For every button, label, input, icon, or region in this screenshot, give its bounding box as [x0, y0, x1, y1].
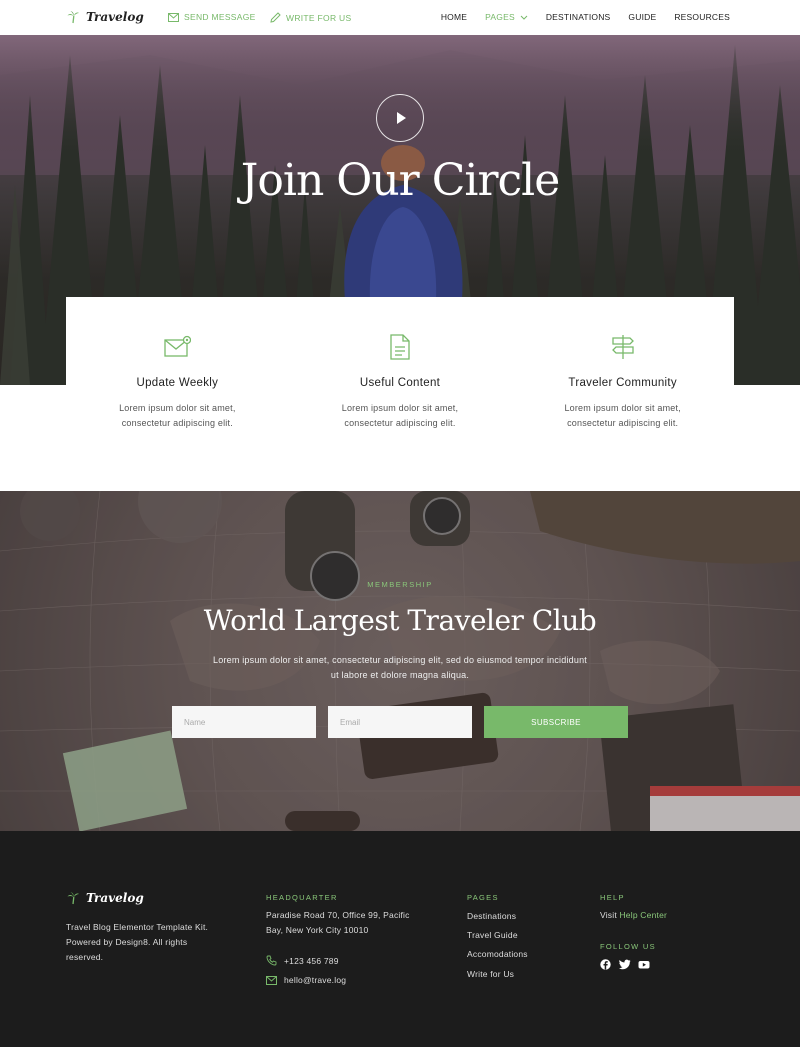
mail-icon: [164, 335, 192, 357]
footer-email[interactable]: hello@trave.log: [266, 975, 346, 985]
envelope-icon: [266, 975, 277, 985]
feature-title: Useful Content: [359, 377, 441, 389]
facebook-icon[interactable]: [600, 957, 611, 970]
hero-title: Join Our Circle: [240, 155, 560, 206]
feature-text: Lorem ipsum dolor sit amet, consectetur …: [119, 403, 236, 428]
menu-resources[interactable]: RESOURCES: [674, 12, 730, 22]
footer: Travelog Travel Blog Elementor Template …: [0, 831, 800, 1047]
main-menu: HOME PAGES DESTINATIONS GUIDE RESOURCES: [441, 12, 730, 22]
palm-tree-icon: [67, 892, 79, 905]
footer-phone[interactable]: +123 456 789: [266, 955, 339, 966]
club-description: Lorem ipsum dolor sit amet, consectetur …: [213, 655, 587, 680]
feature-text: Lorem ipsum dolor sit amet, consectetur …: [341, 403, 459, 428]
phone-number: +123 456 789: [284, 955, 339, 966]
feature-update-weekly: Update Weekly Lorem ipsum dolor sit amet…: [66, 297, 289, 457]
feature-useful-content: Useful Content Lorem ipsum dolor sit ame…: [289, 297, 512, 457]
menu-destinations[interactable]: DESTINATIONS: [546, 12, 611, 22]
write-for-us-label: WRITE FOR US: [286, 12, 352, 23]
feature-title: Traveler Community: [568, 377, 677, 389]
footer-link-destinations[interactable]: Destinations: [467, 911, 516, 921]
document-icon: [390, 334, 410, 360]
video-play-button[interactable]: [376, 94, 424, 142]
footer-link-travel-guide[interactable]: Travel Guide: [467, 930, 518, 940]
menu-home[interactable]: HOME: [441, 12, 467, 22]
footer-brand-logo[interactable]: Travelog: [66, 891, 144, 905]
palm-tree-icon: [67, 11, 79, 24]
pencil-icon: [270, 12, 281, 23]
envelope-icon: [168, 12, 179, 22]
pages-heading: PAGES: [467, 893, 499, 902]
help-prefix: Visit: [600, 910, 620, 920]
menu-pages[interactable]: PAGES: [485, 12, 528, 22]
help-heading: HELP: [600, 893, 625, 902]
headquarter-address: Paradise Road 70, Office 99, Pacific Bay…: [266, 910, 410, 935]
brand-logo[interactable]: Travelog: [66, 10, 144, 24]
membership-eyebrow: MEMBERSHIP: [367, 580, 433, 589]
club-title: World Largest Traveler Club: [203, 604, 597, 637]
twitter-icon[interactable]: [619, 957, 631, 970]
chevron-down-icon: [520, 15, 528, 20]
footer-link-accomodations[interactable]: Accomodations: [467, 949, 528, 959]
email-address: hello@trave.log: [284, 975, 347, 985]
follow-us-heading: FOLLOW US: [600, 942, 656, 951]
play-icon: [397, 112, 406, 124]
write-for-us-link[interactable]: WRITE FOR US: [270, 12, 351, 23]
feature-text: Lorem ipsum dolor sit amet, consectetur …: [564, 403, 681, 428]
feature-title: Update Weekly: [136, 377, 219, 389]
top-navbar: Travelog SEND MESSAGE WRITE FOR US HOME …: [0, 0, 800, 35]
footer-link-write-for-us[interactable]: Write for Us: [467, 969, 514, 979]
send-message-link[interactable]: SEND MESSAGE: [168, 12, 256, 22]
menu-guide[interactable]: GUIDE: [628, 12, 656, 22]
name-input[interactable]: [172, 706, 316, 738]
footer-brand-name: Travelog: [86, 891, 144, 905]
headquarter-heading: HEADQUARTER: [266, 893, 338, 902]
subscribe-button[interactable]: SUBSCRIBE: [484, 706, 628, 738]
help-line: Visit Help Center: [600, 910, 667, 920]
brand-name: Travelog: [86, 10, 144, 24]
phone-icon: [266, 955, 277, 966]
send-message-label: SEND MESSAGE: [184, 12, 256, 22]
feature-traveler-community: Traveler Community Lorem ipsum dolor sit…: [511, 297, 734, 457]
email-input[interactable]: [328, 706, 472, 738]
signpost-icon: [611, 335, 634, 359]
membership-section: MEMBERSHIP World Largest Traveler Club L…: [0, 491, 800, 831]
youtube-icon[interactable]: [638, 957, 650, 969]
menu-pages-label: PAGES: [485, 12, 515, 22]
social-links: [600, 957, 650, 970]
help-center-link[interactable]: Help Center: [619, 910, 667, 920]
footer-about-text: Travel Blog Elementor Template Kit. Powe…: [66, 922, 209, 962]
features-card: Update Weekly Lorem ipsum dolor sit amet…: [66, 297, 734, 457]
